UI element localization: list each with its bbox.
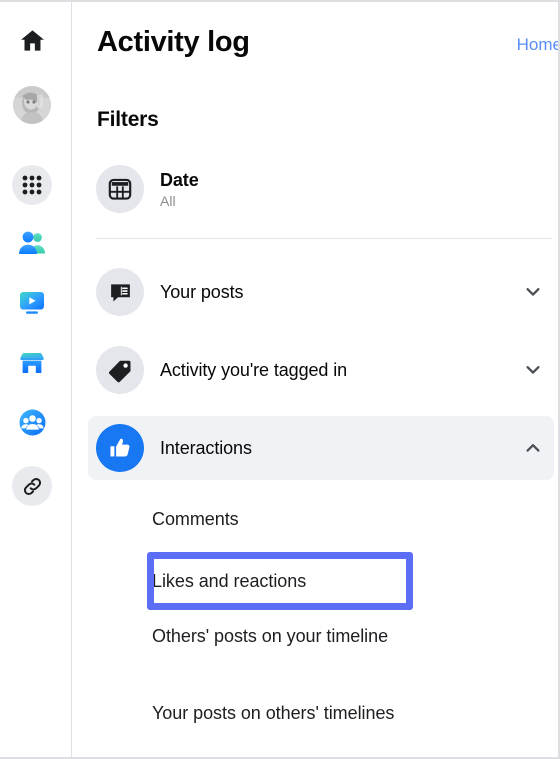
filter-row-tagged-in[interactable]: Activity you're tagged in [88,338,554,402]
filter-row-your-posts[interactable]: Your posts [88,260,554,324]
rail-item-link[interactable] [8,462,56,510]
activity-log-screen: Activity log Home Filters Date All Your … [0,0,560,759]
subitem-comments[interactable]: Comments [152,507,548,532]
filter-label-interactions: Interactions [160,438,252,458]
filter-label-your-posts: Your posts [160,282,244,302]
rail-item-profile[interactable] [8,81,56,129]
friends-icon [17,228,47,263]
tag-icon [96,346,144,394]
chevron-up-icon[interactable] [522,437,544,459]
thumbs-up-icon [96,424,144,472]
date-filter-value: All [160,192,176,209]
page-title: Activity log [97,26,250,58]
subitem-your-posts-on-others-timelines[interactable]: Your posts on others' timelines [152,701,402,726]
filter-row-date[interactable]: Date All [88,157,554,221]
watch-icon [18,289,46,322]
filter-label-tagged-in: Activity you're tagged in [160,360,348,380]
groups-icon [18,408,47,442]
subitem-others-posts-on-your-timeline[interactable]: Others' posts on your timeline [152,624,402,649]
calendar-icon [96,165,144,213]
filters-heading: Filters [97,108,159,131]
rail-item-marketplace[interactable] [8,341,56,389]
home-icon [19,27,46,59]
rail-item-home[interactable] [8,19,56,67]
filter-row-interactions[interactable]: Interactions [88,416,554,480]
filters-divider [96,238,552,239]
activity-log-content: Activity log Home Filters Date All Your … [73,2,558,757]
subitem-likes-and-reactions[interactable]: Likes and reactions [152,569,548,594]
link-icon [12,466,52,506]
chevron-down-icon[interactable] [522,281,544,303]
comment-bubble-icon [96,268,144,316]
rail-item-friends[interactable] [8,221,56,269]
marketplace-icon [18,349,46,382]
chevron-down-icon[interactable] [522,359,544,381]
rail-item-groups[interactable] [8,401,56,449]
home-link[interactable]: Home [517,35,558,55]
menu-grid-icon [12,165,52,205]
rail-item-watch[interactable] [8,281,56,329]
date-filter-label: Date [160,169,199,190]
rail-item-menu[interactable] [8,161,56,209]
left-navigation-rail [0,2,72,757]
avatar [13,86,51,124]
